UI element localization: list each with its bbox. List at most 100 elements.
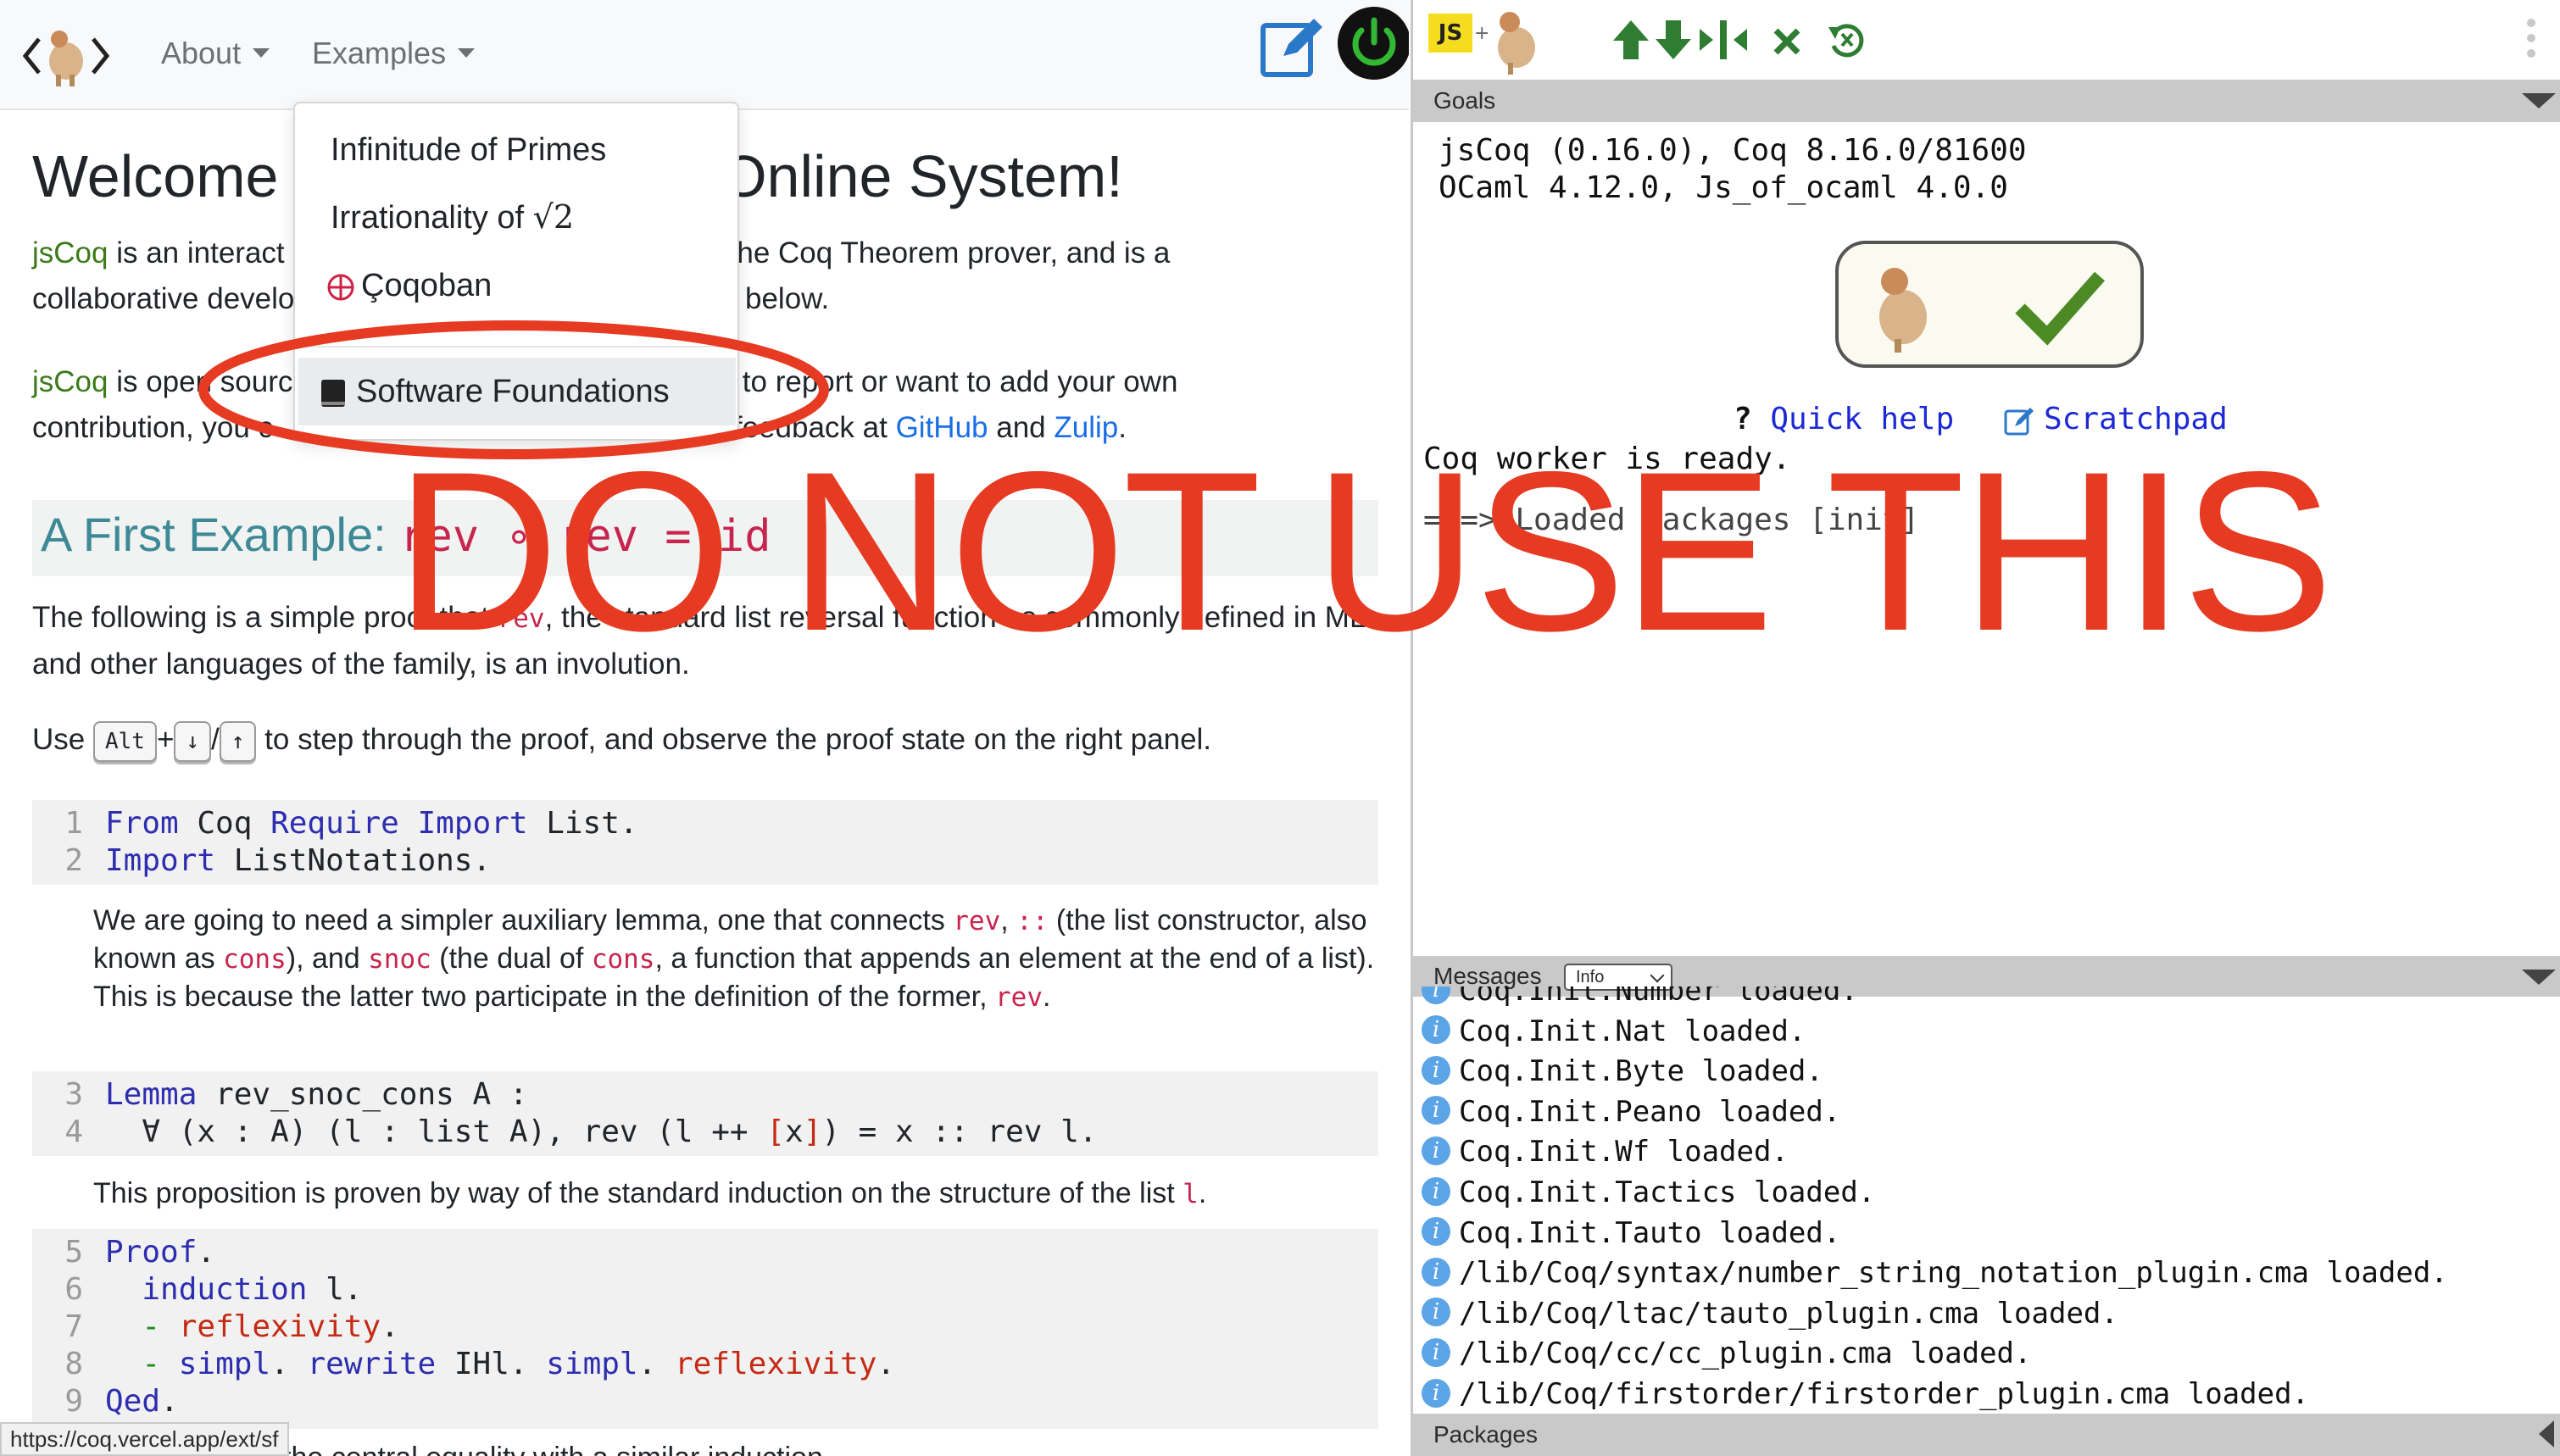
menu-item-coqoban[interactable]: Çoqoban xyxy=(327,268,493,304)
close-icon[interactable] xyxy=(1766,17,1808,63)
arrow-up-icon[interactable] xyxy=(1610,17,1652,63)
code-line[interactable]: 6 induction l. xyxy=(32,1271,362,1309)
prose-text: This proposition is proven by way of the… xyxy=(93,1177,1183,1209)
code-line[interactable]: 2 Import ListNotations. xyxy=(32,842,491,880)
scratchpad-link[interactable]: Scratchpad xyxy=(2003,402,2228,436)
message-text: /lib/Coq/cc/cc_plugin.cma loaded. xyxy=(1459,1337,2032,1371)
code-token: simpl xyxy=(546,1347,638,1381)
code-token: ] xyxy=(803,1114,822,1149)
github-link[interactable]: GitHub xyxy=(896,411,988,444)
message-item: i/lib/Coq/ltac/tauto_plugin.cma loaded. xyxy=(1422,1294,2118,1333)
prose-text: , xyxy=(1000,904,1017,936)
chevron-down-icon xyxy=(458,47,476,58)
menu-item-irrationality[interactable]: Irrationality of √2 xyxy=(331,198,574,236)
jscoq-panel: JS + Goals jsCoq (0.16.0), Coq 8.16.0/81… xyxy=(1411,0,2560,1456)
code-token: . xyxy=(270,1347,308,1381)
opensource-text: is open sourc xyxy=(108,365,293,398)
info-icon: i xyxy=(1422,1378,1450,1408)
quick-help-link[interactable]: ? Quick help xyxy=(1734,402,1954,436)
code-block-3[interactable]: 5 Proof. 6 induction l. 7 - reflexivity. 8 -… xyxy=(32,1229,1378,1429)
title-start: Welcome xyxy=(32,143,279,209)
checkmark-icon xyxy=(2015,271,2105,346)
jscoq-logo-icon[interactable] xyxy=(22,24,110,88)
jscoq-badge-icon: JS xyxy=(1428,14,1472,53)
code-line[interactable]: 1 From Coq Require Import List. xyxy=(32,805,637,842)
zulip-link[interactable]: Zulip xyxy=(1054,411,1118,444)
reset-icon[interactable] xyxy=(1825,17,1867,63)
info-icon: i xyxy=(1422,1176,1450,1206)
code-block-1[interactable]: 1 From Coq Require Import List. 2 Import Li… xyxy=(32,800,1378,885)
opensource-text: . xyxy=(1118,411,1127,444)
messages-list[interactable]: i Coq.Init.Number loaded. i Coq.Init.Nat lo… xyxy=(1413,986,2560,1414)
code-block-2[interactable]: 3 Lemma rev_snoc_cons A :4 ∀ (x : A) (l :… xyxy=(32,1071,1378,1156)
code-token: ) = x :: rev l. xyxy=(821,1114,1098,1149)
line-number: 2 xyxy=(64,843,83,878)
code-line[interactable]: 3 Lemma rev_snoc_cons A : xyxy=(32,1076,527,1114)
nav-examples[interactable]: Examples xyxy=(312,36,476,71)
power-icon[interactable] xyxy=(1338,7,1409,80)
keyboard-hint: Use Alt + ↓ / ↑ to step through the proof, a… xyxy=(32,717,1380,763)
edit-icon xyxy=(2004,408,2034,436)
trailing-sentence: the central equality with a similar indu… xyxy=(283,1442,823,1456)
code-token: Qed xyxy=(105,1384,161,1419)
message-item: i/lib/Coq/syntax/number_string_notation_… xyxy=(1422,1253,2448,1292)
message-item: i Coq.Init.Byte loaded. xyxy=(1422,1052,1823,1091)
code-token: reflexivity xyxy=(178,1309,381,1344)
expand-packages-icon[interactable] xyxy=(2539,1420,2554,1448)
examples-dropdown-menu: Infinitude of Primes Irrationality of √2… xyxy=(293,102,739,441)
packages-panel-header[interactable]: Packages xyxy=(1413,1414,2560,1456)
jscoq-link[interactable]: jsCoq xyxy=(32,236,108,270)
code-line[interactable]: 4 ∀ (x : A) (l : list A), rev (l ++ [x])… xyxy=(32,1114,1097,1151)
prose-text: . xyxy=(1198,1177,1207,1209)
menu-divider xyxy=(295,346,737,347)
nav-examples-label: Examples xyxy=(312,36,447,70)
code-token: rewrite xyxy=(307,1347,437,1381)
arrow-down-icon[interactable] xyxy=(1652,17,1695,63)
menu-item-infinitude-of-primes[interactable]: Infinitude of Primes xyxy=(331,132,606,169)
code-line[interactable]: 9 Qed. xyxy=(32,1383,178,1420)
code-token: Require Import xyxy=(270,806,528,841)
inline-code: :: xyxy=(1016,906,1049,936)
code-line[interactable]: 7 - reflexivity. xyxy=(32,1309,399,1346)
collapse-goals-icon[interactable] xyxy=(2522,93,2556,108)
edit-icon[interactable] xyxy=(1258,12,1326,80)
info-icon: i xyxy=(1422,1015,1450,1045)
message-item: i Coq.Init.Nat loaded. xyxy=(1422,1012,1806,1051)
inline-code: cons xyxy=(591,944,655,975)
collapse-messages-icon[interactable] xyxy=(2522,970,2556,985)
code-token: reflexivity xyxy=(674,1347,877,1381)
jscoq-toolbar: JS + xyxy=(1413,0,2560,80)
line-number: 9 xyxy=(64,1384,83,1419)
message-text: Coq.Init.Byte loaded. xyxy=(1459,1054,1823,1089)
loaded-packages-text: ===> Loaded packages [init] xyxy=(1423,503,1920,537)
cursor-icon[interactable] xyxy=(1696,17,1750,63)
intro-text: the Coq Theorem prover, and is a xyxy=(728,236,1171,270)
document-pane: About Examples Welcome ractive Online Sys… xyxy=(0,0,1409,1456)
menu-item-software-foundations[interactable]: Software Foundations xyxy=(298,358,736,425)
code-token: induction xyxy=(142,1272,308,1307)
menu-item-label: Çoqoban xyxy=(361,268,493,303)
line-number: 6 xyxy=(64,1272,83,1307)
message-item: i/lib/Coq/cc/cc_plugin.cma loaded. xyxy=(1422,1334,2032,1373)
section-heading: A First Example: rev ∘ rev = id xyxy=(41,507,771,562)
code-token: Proof xyxy=(105,1235,198,1270)
nav-about[interactable]: About xyxy=(161,36,270,71)
message-text: Coq.Init.Peano loaded. xyxy=(1459,1094,1841,1129)
opensource-text: contribution, you c xyxy=(32,411,274,444)
code-line[interactable]: 5 Proof. xyxy=(32,1234,215,1271)
prose-text: (the dual of xyxy=(431,942,592,975)
inline-code: cons xyxy=(223,944,287,975)
line-number: 8 xyxy=(64,1347,83,1381)
more-options-icon[interactable] xyxy=(2527,19,2537,64)
code-line[interactable]: 8 - simpl. rewrite IHl. simpl. reflexivi… xyxy=(32,1346,895,1383)
inline-code: rev xyxy=(497,603,545,634)
code-token: [ xyxy=(766,1114,785,1149)
jscoq-link[interactable]: jsCoq xyxy=(32,365,108,398)
question-icon: ? xyxy=(1734,402,1752,436)
menu-item-label: Irrationality of xyxy=(331,200,525,236)
code-token: . xyxy=(637,1347,675,1381)
code-token: Lemma xyxy=(105,1077,198,1112)
goals-panel-header[interactable]: Goals xyxy=(1413,80,2560,122)
